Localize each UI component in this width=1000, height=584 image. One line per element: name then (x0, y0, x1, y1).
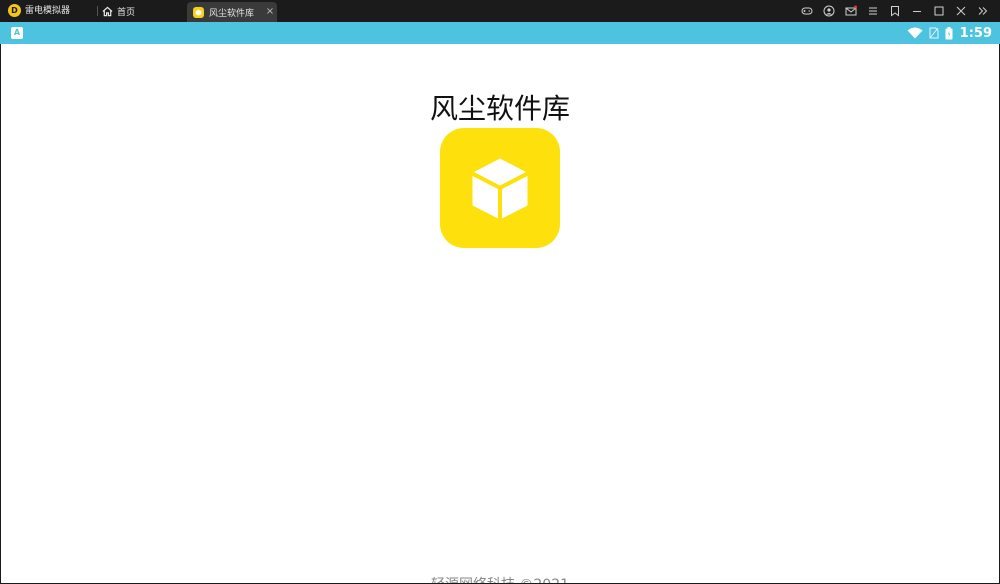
emulator-app-name: 雷电模拟器 (25, 6, 71, 16)
footer-copyright: 轻源网络科技 ©2021 (1, 574, 999, 583)
app-logo-tile[interactable] (440, 128, 560, 248)
mail-button[interactable] (840, 0, 862, 22)
cube-icon (472, 158, 528, 219)
gamepad-icon (801, 7, 813, 15)
home-icon (102, 6, 113, 16)
app-content: 风尘软件库 轻源网络科技 ©2021 (1, 44, 999, 583)
bookmark-button[interactable] (884, 0, 906, 22)
tab-close-icon[interactable]: × (263, 7, 277, 17)
notification-letter: A (13, 28, 21, 37)
minimize-icon (913, 11, 921, 12)
battery-icon (945, 26, 953, 39)
user-icon (823, 5, 835, 17)
tab-cube-icon (193, 6, 204, 18)
android-status-bar: A 1:59 (0, 22, 1000, 44)
more-icon (978, 7, 988, 15)
close-icon (956, 6, 966, 16)
emulator-titlebar: D 雷电模拟器 首页 风尘软件库 × (0, 0, 1000, 22)
emulator-logo-icon: D (8, 4, 21, 17)
status-icons: 1:59 (901, 22, 992, 44)
window-controls (796, 0, 994, 22)
tab-active-label: 风尘软件库 (209, 8, 255, 19)
page-title: 风尘软件库 (429, 92, 570, 125)
tab-active-app[interactable]: 风尘软件库 × (187, 2, 277, 22)
bookmark-icon (891, 6, 899, 17)
close-window-button[interactable] (950, 0, 972, 22)
more-button[interactable] (972, 0, 994, 22)
wifi-icon (907, 27, 923, 39)
tab-home-label: 首页 (117, 7, 136, 18)
mail-icon (845, 5, 857, 16)
menu-icon (869, 7, 877, 15)
tab-separator (97, 6, 98, 16)
maximize-button[interactable] (928, 0, 950, 22)
tab-home[interactable]: 首页 (102, 0, 182, 22)
status-time: 1:59 (959, 25, 992, 41)
logo-letter: D (11, 5, 18, 15)
minimize-button[interactable] (906, 0, 928, 22)
gamepad-button[interactable] (796, 0, 818, 22)
notification-app-icon: A (11, 27, 23, 39)
sim-icon (929, 27, 939, 39)
menu-button[interactable] (862, 0, 884, 22)
maximize-icon (934, 6, 944, 16)
account-button[interactable] (818, 0, 840, 22)
